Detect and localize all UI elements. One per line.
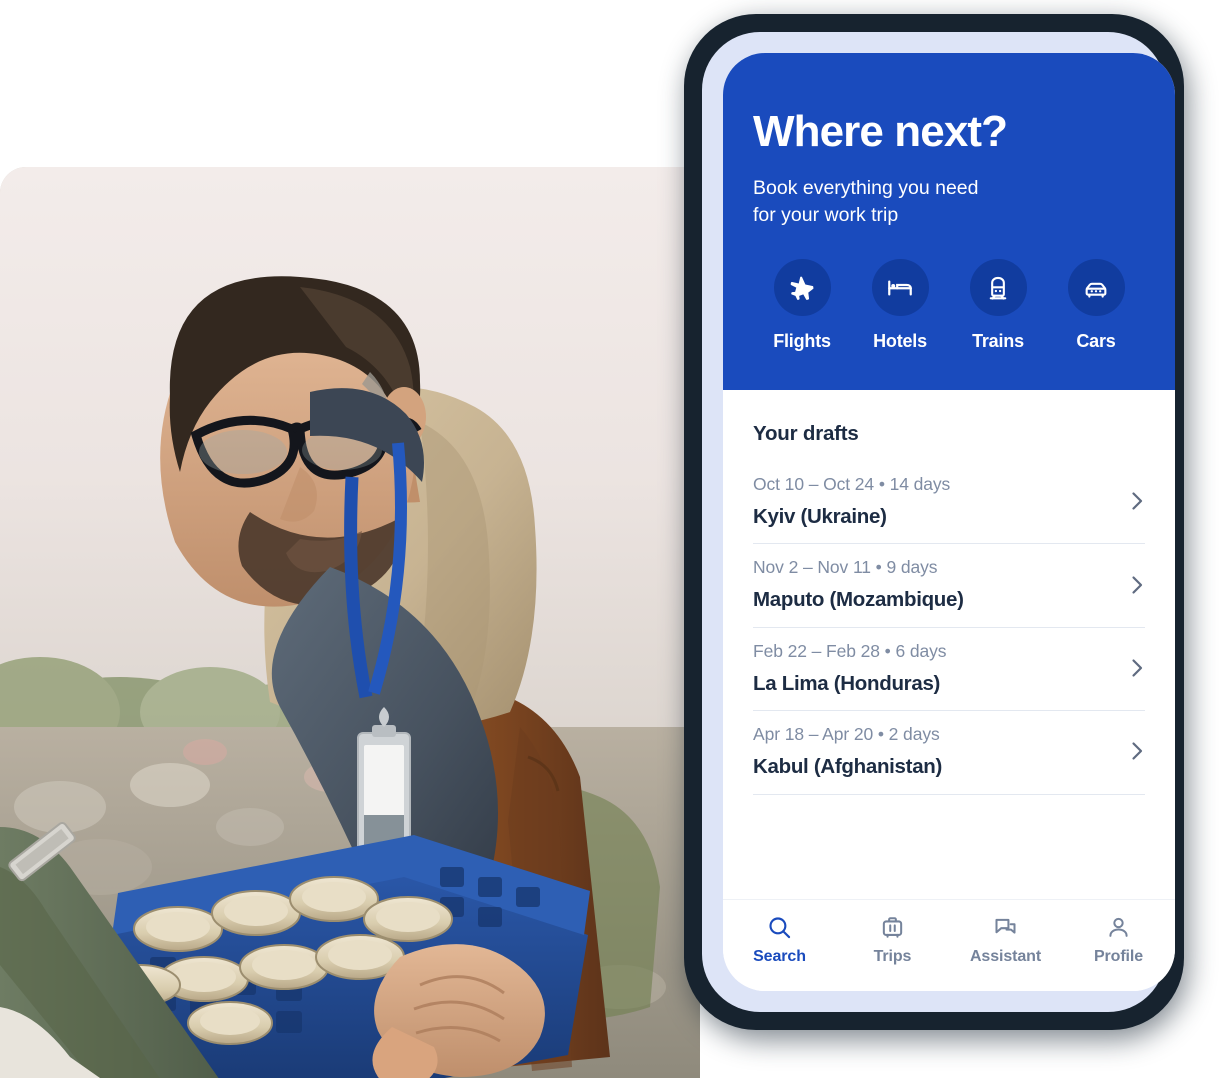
hero-photo-illustration bbox=[0, 167, 700, 1078]
person-icon bbox=[1109, 917, 1128, 937]
drafts-section: Your drafts Oct 10 – Oct 24 • 14 days Ky… bbox=[723, 390, 1175, 899]
quick-action-trains-label: Trains bbox=[972, 331, 1024, 351]
airplane-icon bbox=[790, 276, 814, 300]
quick-actions: Flights Hotels Trains Cars bbox=[753, 259, 1145, 352]
draft-row-maputo[interactable]: Nov 2 – Nov 11 • 9 days Maputo (Mozambiq… bbox=[753, 544, 1145, 628]
draft-dates: Apr 18 – Apr 20 • 2 days bbox=[753, 724, 940, 745]
tab-profile[interactable]: Profile bbox=[1062, 914, 1175, 966]
draft-place: La Lima (Honduras) bbox=[753, 671, 941, 695]
draft-place: Kyiv (Ukraine) bbox=[753, 504, 887, 528]
tab-trips[interactable]: Trips bbox=[836, 914, 949, 966]
quick-action-cars-circle bbox=[1067, 259, 1125, 316]
tab-search-label: Search bbox=[753, 948, 806, 965]
chevron-right-icon[interactable] bbox=[1120, 573, 1145, 597]
tab-search[interactable]: Search bbox=[723, 914, 836, 966]
quick-action-trains[interactable]: Trains bbox=[949, 259, 1047, 352]
draft-row-lalima[interactable]: Feb 22 – Feb 28 • 6 days La Lima (Hondur… bbox=[753, 628, 1145, 712]
page-title: Where next? bbox=[753, 107, 1008, 156]
train-icon bbox=[989, 276, 1007, 300]
draft-dates: Feb 22 – Feb 28 • 6 days bbox=[753, 640, 947, 661]
hero-photo bbox=[0, 167, 700, 1078]
draft-place: Maputo (Mozambique) bbox=[753, 588, 964, 612]
quick-action-hotels-circle bbox=[871, 259, 929, 316]
page-subtitle: Book everything you need for your work t… bbox=[753, 177, 979, 227]
quick-action-flights-circle bbox=[773, 259, 831, 316]
quick-action-trains-circle bbox=[969, 259, 1027, 316]
car-icon bbox=[1085, 282, 1107, 298]
tab-profile-label: Profile bbox=[1093, 948, 1144, 965]
tab-trips-label: Trips bbox=[873, 948, 912, 965]
quick-action-cars-label: Cars bbox=[1076, 331, 1116, 351]
draft-dates: Oct 10 – Oct 24 • 14 days bbox=[753, 474, 951, 494]
draft-place: Kabul (Afghanistan) bbox=[753, 754, 943, 778]
app-header: Where next? Book everything you need for… bbox=[723, 53, 1175, 390]
chevron-right-icon[interactable] bbox=[1120, 489, 1145, 513]
search-icon bbox=[769, 917, 791, 939]
quick-action-flights[interactable]: Flights bbox=[753, 259, 851, 352]
quick-action-flights-label: Flights bbox=[773, 331, 831, 351]
drafts-title: Your drafts bbox=[753, 422, 859, 445]
page-root: Where next? Book everything you need for… bbox=[0, 0, 1229, 1078]
draft-text: Feb 22 – Feb 28 • 6 days La Lima (Hondur… bbox=[753, 640, 947, 696]
draft-text: Oct 10 – Oct 24 • 14 days Kyiv (Ukraine) bbox=[753, 473, 950, 529]
bottom-tabbar: Search Trips Assistant Profile bbox=[723, 899, 1175, 991]
tab-assistant-label: Assistant bbox=[969, 948, 1042, 965]
suitcase-icon bbox=[882, 917, 903, 938]
phone-screen: Where next? Book everything you need for… bbox=[723, 53, 1175, 991]
draft-text: Apr 18 – Apr 20 • 2 days Kabul (Afghanis… bbox=[753, 723, 942, 779]
quick-action-hotels-label: Hotels bbox=[873, 331, 927, 351]
draft-dates: Nov 2 – Nov 11 • 9 days bbox=[753, 557, 938, 578]
chevron-right-icon[interactable] bbox=[1120, 739, 1145, 763]
draft-row-kyiv[interactable]: Oct 10 – Oct 24 • 14 days Kyiv (Ukraine) bbox=[753, 461, 1145, 545]
chat-bubbles-icon bbox=[995, 918, 1016, 934]
draft-row-kabul[interactable]: Apr 18 – Apr 20 • 2 days Kabul (Afghanis… bbox=[753, 711, 1145, 795]
tab-assistant[interactable]: Assistant bbox=[949, 914, 1062, 966]
draft-text: Nov 2 – Nov 11 • 9 days Maputo (Mozambiq… bbox=[753, 556, 964, 612]
quick-action-hotels[interactable]: Hotels bbox=[851, 259, 949, 352]
quick-action-cars[interactable]: Cars bbox=[1047, 259, 1145, 352]
bed-icon bbox=[888, 279, 912, 296]
chevron-right-icon[interactable] bbox=[1120, 656, 1145, 680]
